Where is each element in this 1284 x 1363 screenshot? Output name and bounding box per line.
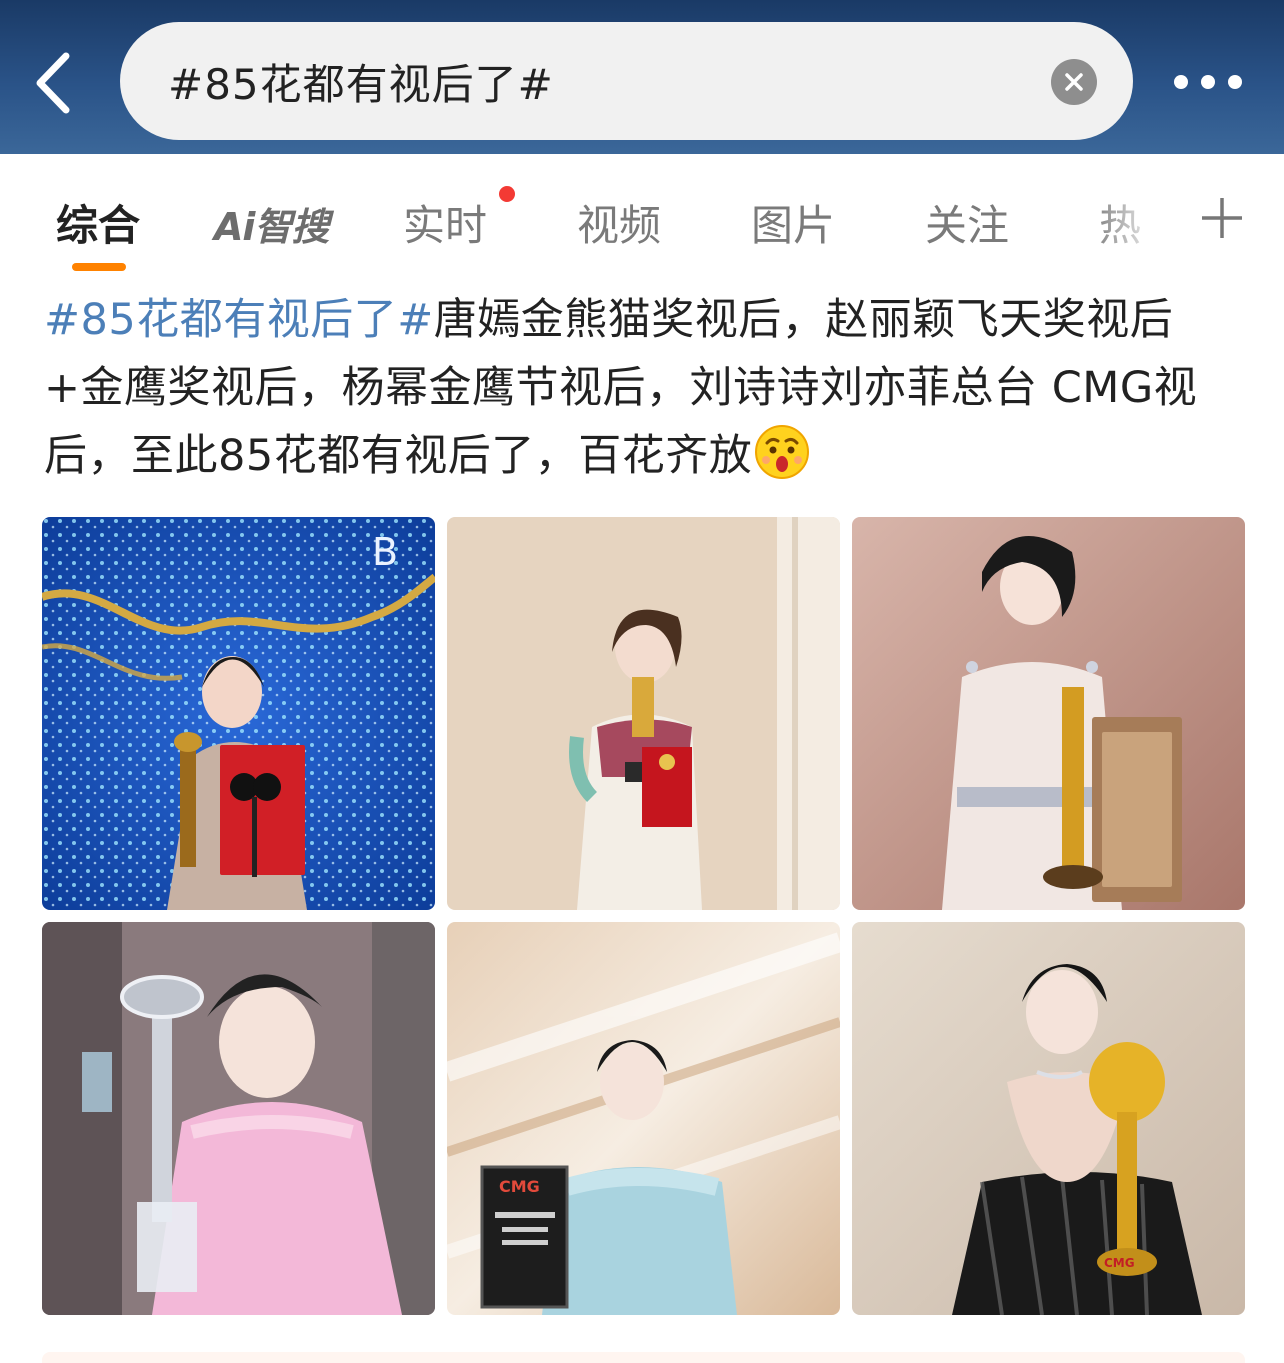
svg-text:B: B (372, 530, 398, 574)
surprised-face-emoji-icon (755, 425, 810, 479)
tab-comprehensive[interactable]: 综合 (56, 192, 140, 253)
top-bar (0, 0, 1284, 154)
new-content-badge (499, 186, 515, 202)
search-tabs: 综合 Ai智搜 实时 视频 图片 关注 热 (0, 154, 1284, 279)
more-dots-icon (1228, 75, 1242, 89)
photo-zhao-liying[interactable] (447, 517, 840, 910)
clear-search-button[interactable] (1051, 59, 1097, 105)
more-dots-icon (1201, 75, 1215, 89)
search-input[interactable] (168, 22, 1028, 140)
tab-realtime[interactable]: 实时 (403, 192, 487, 253)
photo-yang-mi[interactable] (42, 922, 435, 1315)
search-bar[interactable] (120, 22, 1133, 140)
more-options-button[interactable] (1168, 60, 1248, 104)
tab-ai-search[interactable]: Ai智搜 (214, 196, 329, 251)
more-dots-icon (1174, 75, 1188, 89)
svg-text:CMG: CMG (1104, 1256, 1135, 1270)
tab-following[interactable]: 关注 (925, 192, 1009, 253)
tab-video[interactable]: 视频 (577, 192, 661, 253)
chevron-left-icon (36, 52, 70, 114)
plus-icon (1202, 198, 1242, 238)
back-button[interactable] (28, 48, 88, 118)
add-tab-button[interactable] (1200, 196, 1244, 240)
hashtag-link[interactable]: #85花都有视后了# (44, 295, 434, 345)
photo-liu-shishi[interactable]: CMG (447, 922, 840, 1315)
image-grid: B CMG CMG (42, 517, 1245, 1315)
active-tab-indicator (72, 263, 126, 271)
close-icon (1065, 73, 1083, 91)
photo-zhao-liying-2[interactable] (852, 517, 1245, 910)
post-text: #85花都有视后了#唐嫣金熊猫奖视后，赵丽颖飞天奖视后+金鹰奖视后，杨幂金鹰节视… (44, 286, 1244, 490)
tab-hot[interactable]: 热 (1099, 192, 1141, 253)
tab-images[interactable]: 图片 (751, 192, 835, 253)
svg-text:CMG: CMG (499, 1177, 540, 1196)
next-post-card-edge (42, 1352, 1245, 1363)
photo-liu-yifei[interactable]: CMG (852, 922, 1245, 1315)
photo-tang-yan[interactable]: B (42, 517, 435, 910)
